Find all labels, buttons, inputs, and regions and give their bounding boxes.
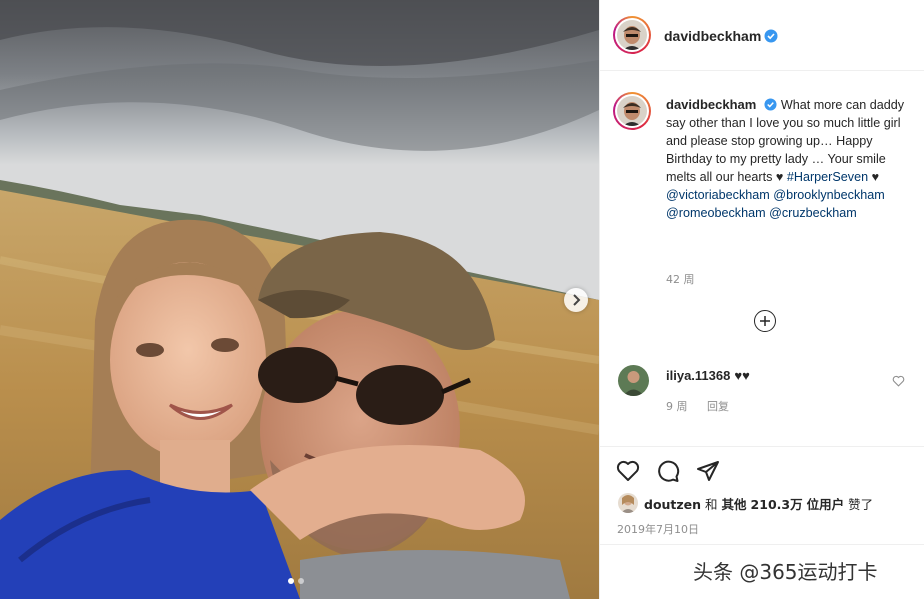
likes-count[interactable]: 210.3万 bbox=[751, 497, 803, 512]
author-avatar[interactable] bbox=[613, 16, 651, 54]
post-photo[interactable] bbox=[0, 0, 599, 599]
liker-username[interactable]: doutzen bbox=[644, 497, 701, 512]
comment-button[interactable] bbox=[656, 459, 680, 483]
commenter-username[interactable]: iliya.11368 bbox=[666, 368, 730, 383]
heart-outline-icon bbox=[892, 375, 905, 387]
commenter-avatar[interactable] bbox=[618, 365, 649, 396]
caption-timestamp: 42 周 bbox=[666, 273, 695, 286]
comment-item: iliya.11368 ♥♥ 9 周 回复 bbox=[600, 364, 924, 434]
photo-image bbox=[0, 0, 599, 599]
mention-link[interactable]: @cruzbeckham bbox=[769, 206, 857, 220]
share-button[interactable] bbox=[696, 459, 720, 483]
verified-badge-icon bbox=[764, 29, 778, 43]
paper-plane-icon bbox=[697, 461, 719, 481]
post-header: davidbeckham bbox=[600, 0, 924, 71]
heart-icon bbox=[616, 460, 640, 481]
avatar-image bbox=[617, 96, 647, 126]
author-username[interactable]: davidbeckham bbox=[664, 28, 761, 44]
action-bar bbox=[616, 459, 720, 483]
avatar-image bbox=[618, 493, 638, 513]
heart-glyph: ♥ bbox=[775, 170, 784, 184]
post-date: 2019年7月10日 bbox=[617, 523, 699, 536]
carousel-dot-active bbox=[288, 578, 294, 584]
comment-meta: 9 周 回复 bbox=[666, 398, 745, 414]
comment-timestamp: 9 周 bbox=[666, 400, 688, 413]
watermark-text: 头条 @365运动打卡 bbox=[693, 560, 878, 584]
mention-link[interactable]: @victoriabeckham bbox=[666, 188, 770, 202]
comment-icon bbox=[658, 460, 680, 482]
likes-summary[interactable]: doutzen 和 其他 210.3万 位用户 赞了 bbox=[618, 493, 873, 513]
likes-connector: 和 bbox=[705, 496, 718, 512]
carousel-dots bbox=[288, 578, 304, 584]
caption-author-avatar[interactable] bbox=[613, 92, 651, 130]
comment-like-button[interactable] bbox=[892, 372, 905, 391]
post-side-panel: davidbeckham davidbeckham What more can … bbox=[599, 0, 924, 599]
avatar-image bbox=[617, 20, 647, 50]
likes-verb: 赞了 bbox=[848, 496, 874, 512]
divider bbox=[600, 544, 924, 545]
heart-glyph: ♥ bbox=[871, 170, 880, 184]
plus-icon bbox=[760, 316, 770, 326]
avatar-image bbox=[618, 365, 649, 396]
load-more-comments-button[interactable] bbox=[754, 310, 776, 332]
chevron-right-icon bbox=[573, 294, 581, 306]
caption-text: davidbeckham What more can daddy say oth… bbox=[666, 96, 914, 222]
comment-body: ♥♥ bbox=[734, 368, 750, 383]
liker-avatar bbox=[618, 493, 638, 513]
next-photo-button[interactable] bbox=[564, 288, 588, 312]
likes-others-label[interactable]: 其他 bbox=[722, 497, 747, 512]
hashtag-link[interactable]: #HarperSeven bbox=[787, 170, 868, 184]
like-button[interactable] bbox=[616, 459, 640, 483]
likes-suffix: 位用户 bbox=[806, 496, 845, 512]
likes-text: doutzen 和 其他 210.3万 位用户 赞了 bbox=[644, 494, 873, 513]
mention-link[interactable]: @brooklynbeckham bbox=[773, 188, 885, 202]
caption-username[interactable]: davidbeckham bbox=[666, 97, 756, 112]
verified-badge-icon bbox=[764, 98, 777, 111]
comment-text: iliya.11368 ♥♥ bbox=[666, 368, 750, 383]
carousel-dot bbox=[298, 578, 304, 584]
mention-link[interactable]: @romeobeckham bbox=[666, 206, 766, 220]
reply-button[interactable]: 回复 bbox=[707, 400, 729, 413]
